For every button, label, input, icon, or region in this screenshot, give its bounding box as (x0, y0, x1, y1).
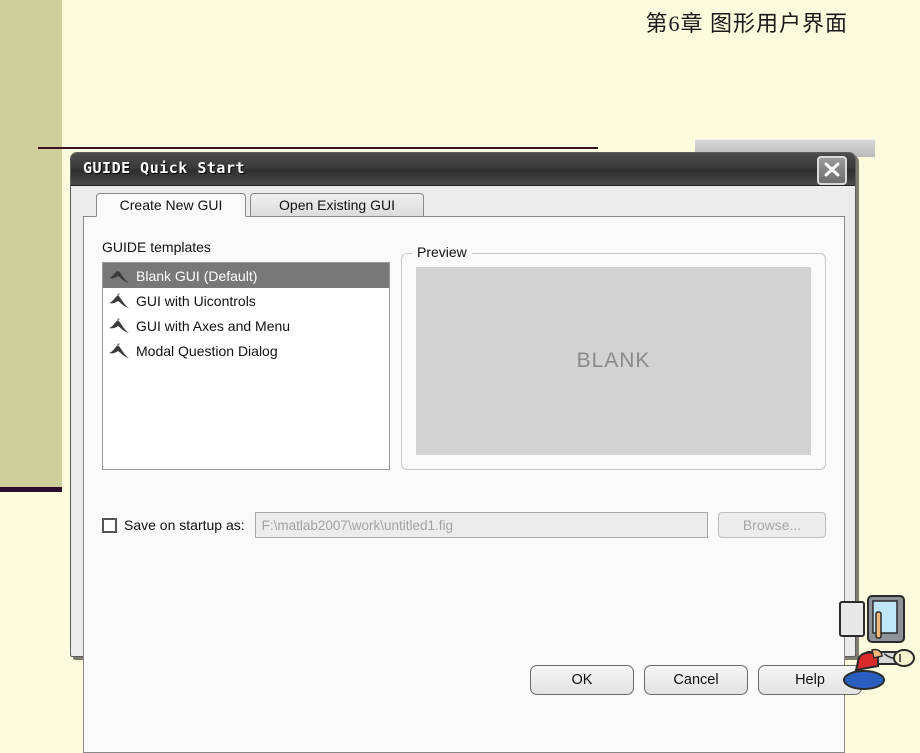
slide-horizontal-rule (38, 147, 598, 149)
save-on-startup-row: Save on startup as: F:\matlab2007\work\u… (102, 511, 826, 539)
person-at-computer-clipart (839, 595, 915, 690)
slide-header-title: 第6章 图形用户界面 (645, 11, 848, 36)
slide-sidebar-band (0, 0, 62, 487)
list-item-blank-gui[interactable]: Blank GUI (Default) (103, 263, 389, 288)
browse-button[interactable]: Browse... (718, 512, 826, 538)
list-item-label: GUI with Uicontrols (136, 292, 256, 309)
tab-strip: Create New GUI Open Existing GUI (83, 193, 845, 217)
save-on-startup-checkbox[interactable] (102, 517, 117, 533)
matlab-membrane-icon (109, 267, 129, 283)
preview-group-box: Preview BLANK (401, 244, 826, 470)
template-listbox[interactable]: Blank GUI (Default) GUI with Uicontrols … (102, 262, 390, 470)
tab-open-existing-gui[interactable]: Open Existing GUI (250, 193, 424, 217)
close-icon[interactable] (817, 156, 847, 185)
list-item-gui-with-axes-and-menu[interactable]: GUI with Axes and Menu (103, 313, 389, 338)
guide-templates-label: GUIDE templates (102, 239, 211, 255)
list-item-gui-with-uicontrols[interactable]: GUI with Uicontrols (103, 288, 389, 313)
matlab-membrane-icon (109, 342, 129, 358)
guide-quick-start-dialog: GUIDE Quick Start Create New GUI Open Ex… (70, 152, 862, 753)
tab-create-new-gui-label: Create New GUI (119, 197, 223, 213)
slide-sidebar-underline (0, 487, 62, 492)
ok-button[interactable]: OK (530, 665, 634, 695)
matlab-membrane-icon (109, 292, 129, 308)
matlab-membrane-icon (109, 317, 129, 333)
dialog-button-row: OK Cancel Help (84, 665, 862, 699)
list-item-modal-question-dialog[interactable]: Modal Question Dialog (103, 338, 389, 363)
preview-legend-label: Preview (412, 244, 472, 260)
preview-blank-text: BLANK (576, 349, 651, 372)
cancel-button[interactable]: Cancel (644, 665, 748, 695)
dialog-titlebar[interactable]: GUIDE Quick Start (71, 153, 855, 186)
tab-create-new-gui[interactable]: Create New GUI (96, 193, 246, 217)
tab-page-create-new-gui: GUIDE templates Blank GUI (Default) GUI … (83, 216, 862, 753)
save-path-input[interactable]: F:\matlab2007\work\untitled1.fig (254, 512, 708, 538)
list-item-label: Modal Question Dialog (136, 342, 278, 359)
preview-canvas: BLANK (416, 267, 811, 455)
list-item-label: Blank GUI (Default) (136, 267, 258, 284)
tab-open-existing-gui-label: Open Existing GUI (279, 197, 395, 213)
list-item-label: GUI with Axes and Menu (136, 317, 291, 334)
save-on-startup-label: Save on startup as: (124, 517, 245, 533)
dialog-title: GUIDE Quick Start (83, 159, 246, 177)
